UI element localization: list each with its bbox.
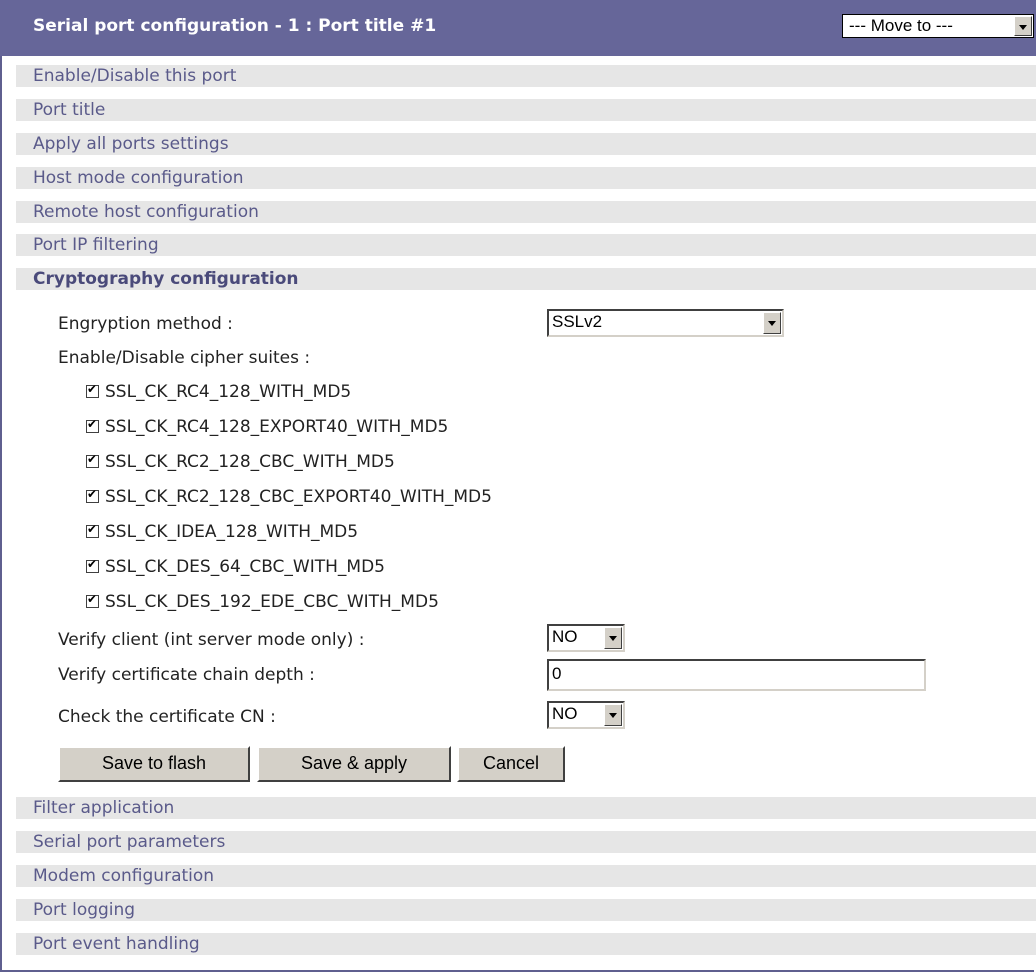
cancel-button[interactable]: Cancel <box>457 746 565 782</box>
section-apply-all-ports[interactable]: Apply all ports settings <box>16 133 1036 155</box>
section-port-logging[interactable]: Port logging <box>16 899 1036 921</box>
chain-depth-label: Verify certificate chain depth : <box>58 665 315 685</box>
section-enable-disable-port[interactable]: Enable/Disable this port <box>16 65 1036 87</box>
page-title: Serial port configuration - 1 : Port tit… <box>33 16 437 36</box>
checkbox-checked[interactable] <box>86 417 99 433</box>
checkbox-checked[interactable] <box>86 592 99 608</box>
cipher-name: SSL_CK_RC4_128_EXPORT40_WITH_MD5 <box>105 417 449 437</box>
verify-client-label: Verify client (int server mode only) : <box>58 630 365 650</box>
encryption-method-value: SSLv2 <box>552 312 603 331</box>
check-cn-label: Check the certificate CN : <box>58 707 276 727</box>
section-port-title[interactable]: Port title <box>16 99 1036 121</box>
section-remote-host[interactable]: Remote host configuration <box>16 201 1036 223</box>
section-filter-application[interactable]: Filter application <box>16 797 1036 819</box>
checkbox-checked[interactable] <box>86 452 99 468</box>
encryption-method-label: Engryption method : <box>58 314 233 334</box>
cipher-suites-label: Enable/Disable cipher suites : <box>58 348 311 368</box>
section-cryptography[interactable]: Cryptography configuration <box>16 268 1036 290</box>
cipher-item[interactable]: SSL_CK_IDEA_128_WITH_MD5 <box>86 522 358 542</box>
cipher-name: SSL_CK_DES_192_EDE_CBC_WITH_MD5 <box>105 592 439 612</box>
cipher-name: SSL_CK_RC4_128_WITH_MD5 <box>105 382 352 402</box>
section-port-event-handling[interactable]: Port event handling <box>16 933 1036 955</box>
verify-client-select[interactable]: NO <box>547 624 625 652</box>
check-cn-value: NO <box>552 704 578 723</box>
checkbox-checked[interactable] <box>86 382 99 398</box>
checkbox-checked[interactable] <box>86 557 99 573</box>
cipher-item[interactable]: SSL_CK_RC2_128_CBC_EXPORT40_WITH_MD5 <box>86 487 492 507</box>
check-cn-select[interactable]: NO <box>547 701 625 729</box>
chain-depth-input[interactable]: 0 <box>547 659 926 691</box>
cipher-item[interactable]: SSL_CK_RC4_128_EXPORT40_WITH_MD5 <box>86 417 448 437</box>
save-and-apply-button[interactable]: Save & apply <box>257 746 451 782</box>
section-serial-port-parameters[interactable]: Serial port parameters <box>16 831 1036 853</box>
chevron-down-icon[interactable] <box>763 312 781 334</box>
cipher-name: SSL_CK_IDEA_128_WITH_MD5 <box>105 522 359 542</box>
save-to-flash-button[interactable]: Save to flash <box>58 746 250 782</box>
chevron-down-icon[interactable] <box>604 627 622 649</box>
checkbox-checked[interactable] <box>86 487 99 503</box>
cipher-item[interactable]: SSL_CK_DES_64_CBC_WITH_MD5 <box>86 557 385 577</box>
cipher-item[interactable]: SSL_CK_DES_192_EDE_CBC_WITH_MD5 <box>86 592 439 612</box>
cipher-name: SSL_CK_RC2_128_CBC_EXPORT40_WITH_MD5 <box>105 487 492 507</box>
section-port-ip-filtering[interactable]: Port IP filtering <box>16 234 1036 256</box>
cipher-item[interactable]: SSL_CK_RC4_128_WITH_MD5 <box>86 382 351 402</box>
section-modem-configuration[interactable]: Modem configuration <box>16 865 1036 887</box>
verify-client-value: NO <box>552 627 578 646</box>
chevron-down-icon[interactable] <box>604 704 622 726</box>
section-host-mode[interactable]: Host mode configuration <box>16 167 1036 189</box>
cipher-name: SSL_CK_DES_64_CBC_WITH_MD5 <box>105 557 385 577</box>
cipher-item[interactable]: SSL_CK_RC2_128_CBC_WITH_MD5 <box>86 452 395 472</box>
checkbox-checked[interactable] <box>86 522 99 538</box>
chevron-down-icon[interactable] <box>1014 16 1032 36</box>
cipher-name: SSL_CK_RC2_128_CBC_WITH_MD5 <box>105 452 395 472</box>
page-header: Serial port configuration - 1 : Port tit… <box>0 0 1036 56</box>
move-to-select[interactable]: --- Move to --- <box>842 14 1034 38</box>
encryption-method-select[interactable]: SSLv2 <box>547 309 784 337</box>
move-to-value: --- Move to --- <box>849 16 953 35</box>
